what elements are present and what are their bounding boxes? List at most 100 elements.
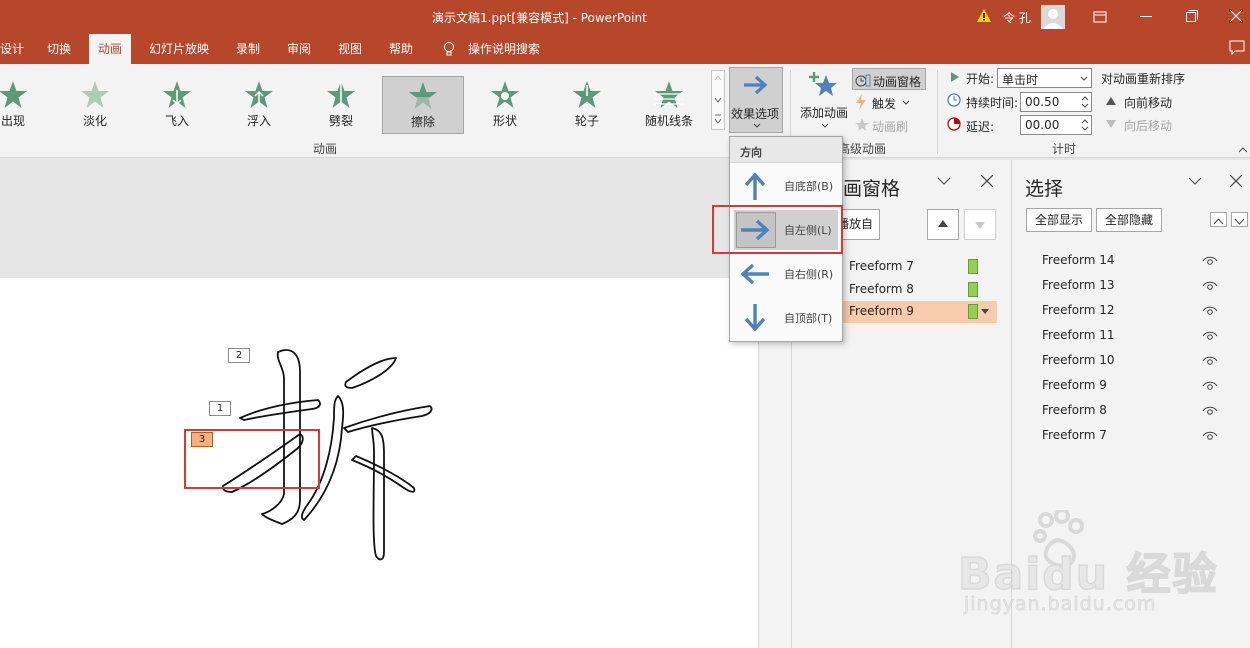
delay-label: 延迟: — [966, 120, 995, 134]
animation-painter-label: 动画刷 — [872, 120, 909, 134]
gallery-float-in[interactable]: 浮入 — [218, 76, 300, 134]
slide-canvas[interactable]: 2 1 3 — [0, 278, 758, 648]
tell-me-search[interactable]: 操作说明搜索 — [468, 40, 540, 57]
bring-forward-button[interactable] — [1210, 212, 1227, 227]
selection-list-item[interactable]: Freeform 10 — [1012, 352, 1250, 374]
animation-list-item-selected[interactable]: Freeform 9 — [843, 301, 997, 323]
close-icon[interactable] — [1230, 10, 1242, 22]
visibility-eye-icon[interactable] — [1202, 430, 1218, 442]
ribbon-display-icon[interactable] — [1093, 10, 1107, 24]
group-label-animation: 动画 — [313, 142, 338, 156]
stroke-rising[interactable] — [221, 433, 304, 493]
chevron-down-icon[interactable] — [937, 176, 951, 186]
selection-list-item[interactable]: Freeform 13 — [1012, 277, 1250, 299]
character-drawing[interactable] — [0, 278, 758, 648]
selection-list-item[interactable]: Freeform 14 — [1012, 252, 1250, 274]
ribbon: 出现 淡化 飞入 浮入 劈裂 擦除 形状 轮子 随机线条 动画 效果选项 添加动… — [0, 64, 1250, 158]
animation-tag-2[interactable]: 2 — [228, 348, 250, 363]
avatar[interactable] — [1041, 5, 1065, 29]
gallery-wipe[interactable]: 擦除 — [382, 76, 464, 134]
animation-list-item[interactable]: Freeform 7 — [843, 256, 997, 278]
delay-input[interactable]: 00.00 — [1020, 115, 1092, 135]
selection-list-item[interactable]: Freeform 9 — [1012, 377, 1250, 399]
selection-list-item[interactable]: Freeform 8 — [1012, 402, 1250, 424]
gallery-appear[interactable]: 出现 — [0, 76, 54, 134]
stroke-slant-top[interactable] — [344, 357, 397, 389]
visibility-eye-icon[interactable] — [1202, 405, 1218, 417]
triangle-down-icon — [1106, 120, 1116, 128]
animation-list-item[interactable]: Freeform 8 — [843, 279, 997, 301]
gallery-random-bars[interactable]: 随机线条 — [628, 76, 710, 134]
direction-from-bottom[interactable]: 自底部(B) — [734, 166, 838, 206]
visibility-eye-icon[interactable] — [1202, 380, 1218, 392]
warning-icon[interactable] — [977, 9, 991, 22]
animation-pane-button[interactable]: 动画窗格 — [852, 68, 926, 90]
start-select[interactable]: 单击时 — [997, 68, 1092, 88]
fly-in-star-icon — [163, 81, 191, 108]
animation-tag-3[interactable]: 3 — [191, 432, 213, 447]
effect-options-button[interactable]: 效果选项 — [729, 67, 783, 133]
user-name[interactable]: 令 孔 — [1003, 9, 1031, 26]
tab-review[interactable]: 审阅 — [287, 40, 311, 57]
tab-record[interactable]: 录制 — [236, 40, 260, 57]
start-label: 开始: — [966, 72, 995, 86]
chevron-down-icon[interactable] — [1188, 176, 1202, 186]
visibility-eye-icon[interactable] — [1202, 330, 1218, 342]
spinner-arrows-icon[interactable] — [1081, 118, 1089, 132]
gallery-fade[interactable]: 淡化 — [54, 76, 136, 134]
direction-from-top[interactable]: 自顶部(T) — [734, 298, 838, 338]
spinner-arrows-icon[interactable] — [1081, 95, 1089, 109]
send-backward-button[interactable] — [1231, 212, 1248, 227]
comments-icon[interactable] — [1229, 40, 1245, 56]
tab-animations[interactable]: 动画 — [89, 34, 132, 64]
direction-from-right[interactable]: 自右侧(R) — [734, 254, 838, 294]
move-down-button[interactable] — [964, 209, 996, 240]
collapse-ribbon-icon[interactable] — [1238, 146, 1248, 154]
duration-input[interactable]: 00.50 — [1020, 92, 1092, 112]
visibility-eye-icon[interactable] — [1202, 355, 1218, 367]
animation-painter-button[interactable]: 动画刷 — [854, 116, 924, 136]
item-dropdown-icon[interactable] — [981, 309, 989, 315]
restore-icon[interactable] — [1186, 10, 1198, 22]
hide-all-button[interactable]: 全部隐藏 — [1096, 208, 1162, 232]
gallery-scroll[interactable] — [711, 70, 725, 130]
move-up-button[interactable] — [927, 209, 959, 240]
gallery-split[interactable]: 劈裂 — [300, 76, 382, 134]
show-all-button[interactable]: 全部显示 — [1026, 208, 1092, 232]
lightbulb-icon — [444, 42, 454, 56]
move-earlier-button[interactable]: 向前移动 — [1106, 94, 1196, 112]
animation-tag-1[interactable]: 1 — [209, 401, 231, 416]
close-icon[interactable] — [981, 175, 993, 187]
tab-design[interactable]: 设计 — [0, 40, 24, 57]
selection-list-item[interactable]: Freeform 11 — [1012, 327, 1250, 349]
arrow-right-icon — [744, 75, 768, 95]
gallery-label: 淡化 — [82, 114, 107, 128]
minimize-icon[interactable] — [1140, 16, 1152, 18]
tab-help[interactable]: 帮助 — [389, 40, 413, 57]
close-icon[interactable] — [1230, 175, 1242, 187]
move-later-button[interactable]: 向后移动 — [1106, 117, 1196, 135]
tab-transitions[interactable]: 切换 — [47, 40, 71, 57]
arrow-left-icon — [740, 263, 769, 285]
stroke-horizontal-right[interactable] — [343, 405, 433, 433]
trigger-label: 触发 — [872, 97, 897, 111]
title-bar: 演示文稿1.ppt[兼容模式] - PowerPoint 令 孔 — [0, 0, 1250, 34]
stroke-horizontal-left[interactable] — [239, 399, 321, 421]
stroke-vertical-right[interactable] — [371, 427, 385, 561]
visibility-eye-icon[interactable] — [1202, 255, 1218, 267]
gallery-fly-in[interactable]: 飞入 — [136, 76, 218, 134]
trigger-button[interactable]: 触发 — [854, 93, 924, 113]
tab-view[interactable]: 视图 — [338, 40, 362, 57]
visibility-eye-icon[interactable] — [1202, 280, 1218, 292]
selection-list-item[interactable]: Freeform 12 — [1012, 302, 1250, 324]
gallery-shape[interactable]: 形状 — [464, 76, 546, 134]
visibility-eye-icon[interactable] — [1202, 305, 1218, 317]
clock-icon — [947, 93, 961, 107]
add-animation-button[interactable]: 添加动画 — [797, 67, 851, 133]
gallery-wheel[interactable]: 轮子 — [546, 76, 628, 134]
stroke-curve-right[interactable] — [301, 395, 345, 521]
selection-list-item[interactable]: Freeform 7 — [1012, 427, 1250, 449]
tab-slideshow[interactable]: 幻灯片放映 — [149, 40, 209, 57]
window-title: 演示文稿1.ppt[兼容模式] - PowerPoint — [432, 11, 647, 25]
chevron-down-icon — [821, 123, 829, 128]
